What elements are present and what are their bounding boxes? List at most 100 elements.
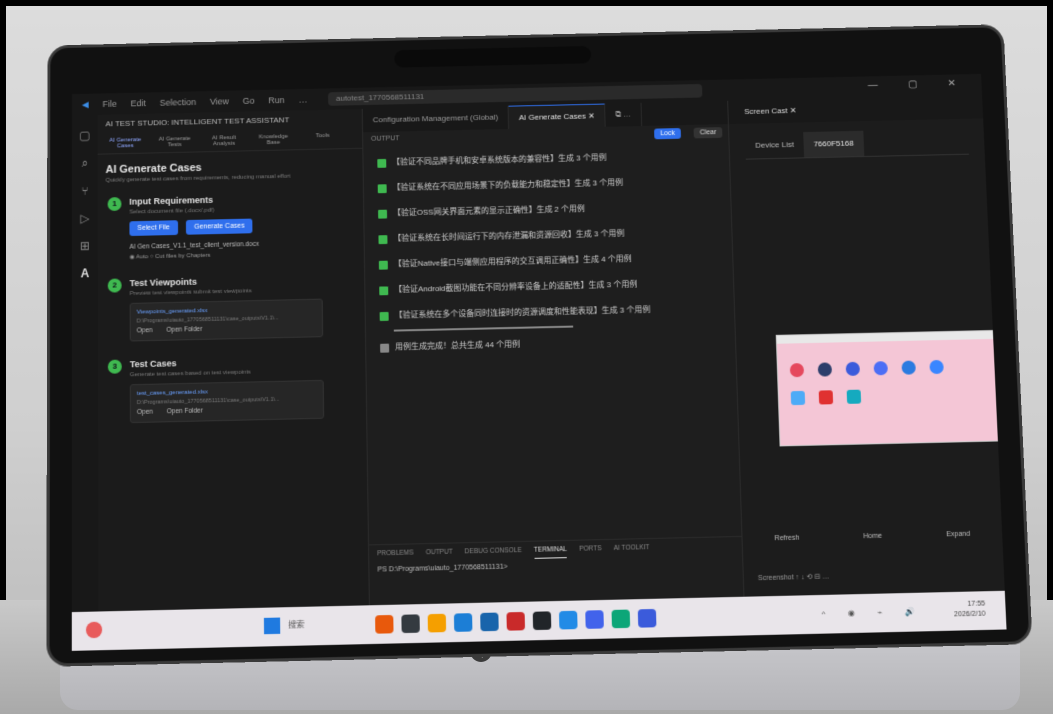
tab-ai-result-analysis[interactable]: AI Result Analysis bbox=[202, 135, 246, 148]
menu-view[interactable]: View bbox=[210, 96, 229, 106]
widgets-icon[interactable] bbox=[85, 621, 103, 639]
start-icon[interactable] bbox=[263, 617, 281, 635]
tab-ai-generate-cases-editor[interactable]: AI Generate Cases ✕ bbox=[508, 103, 606, 129]
generate-cases-button[interactable]: Generate Cases bbox=[186, 218, 253, 235]
tab-terminal[interactable]: TERMINAL bbox=[533, 540, 568, 559]
tab-tools[interactable]: Tools bbox=[301, 133, 345, 146]
app-icon[interactable] bbox=[637, 608, 657, 628]
window-controls[interactable]: — ▢ ✕ bbox=[868, 78, 970, 91]
refresh-button[interactable]: Refresh bbox=[774, 535, 799, 543]
tab-ai-generate-tests[interactable]: AI Generate Tests bbox=[153, 136, 196, 149]
open-button[interactable]: Open bbox=[137, 327, 153, 334]
clock[interactable]: 17:55 2026/2/10 bbox=[954, 599, 986, 620]
app-icon[interactable] bbox=[532, 611, 552, 631]
app-icon[interactable] bbox=[901, 360, 916, 375]
vscode-icon[interactable] bbox=[558, 610, 578, 630]
editor-area: Configuration Management (Global) AI Gen… bbox=[362, 100, 745, 606]
tab-ai-generate-cases[interactable]: AI Generate Cases bbox=[104, 137, 147, 150]
app-icon[interactable] bbox=[506, 611, 526, 631]
system-tray[interactable]: ^ ◉ ⌁ 🔊 bbox=[821, 607, 925, 619]
log-line: 【验证Android截图功能在不同分辨率设备上的适配性】生成 3 个用例 bbox=[379, 277, 719, 296]
explorer-icon[interactable]: ▢ bbox=[72, 128, 98, 143]
clock-date: 2026/2/10 bbox=[954, 610, 986, 619]
app-icon[interactable] bbox=[611, 609, 631, 629]
menu-file[interactable]: File bbox=[102, 99, 116, 109]
app-icon[interactable] bbox=[375, 614, 394, 634]
step-desc: Preview test viewpoints submit test view… bbox=[129, 288, 252, 298]
device-id-tab[interactable]: 7660F5168 bbox=[803, 130, 864, 158]
tab-actions[interactable]: ⧉ … bbox=[605, 102, 643, 127]
terminal-prompt[interactable]: PS D:\Programs\uiauto_1770568511131> bbox=[377, 564, 507, 574]
log-line: 【验证系统在多个设备同时连接时的资源调度和性能表现】生成 3 个用例 bbox=[379, 302, 721, 322]
output-label: OUTPUT bbox=[371, 135, 400, 143]
device-mirror[interactable] bbox=[775, 329, 1002, 447]
tab-ports[interactable]: PORTS bbox=[579, 540, 602, 558]
extensions-icon[interactable]: ⊞ bbox=[72, 239, 98, 253]
file-path: D:\Programs\uiauto_1770568511131\case_ou… bbox=[136, 315, 279, 325]
app-icon[interactable] bbox=[790, 390, 806, 406]
step-number: 2 bbox=[107, 278, 122, 293]
app-icon[interactable] bbox=[818, 390, 834, 405]
file-link[interactable]: test_cases_generated.xlsx bbox=[137, 387, 317, 397]
tab-debug-console[interactable]: DEBUG CONSOLE bbox=[465, 542, 522, 561]
tab-screen-cast[interactable]: Screen Cast ✕ bbox=[728, 95, 984, 125]
log-line: 【验证系统在长时间运行下的内存泄漏和资源回收】生成 3 个用例 bbox=[378, 226, 717, 245]
check-icon bbox=[378, 209, 388, 219]
home-button[interactable]: Home bbox=[863, 533, 882, 541]
menu-selection[interactable]: Selection bbox=[160, 97, 197, 107]
run-debug-icon[interactable]: ▷ bbox=[72, 211, 98, 225]
menu-go[interactable]: Go bbox=[243, 96, 255, 106]
check-icon bbox=[379, 286, 389, 296]
menu-more[interactable]: … bbox=[298, 95, 307, 105]
step-number: 3 bbox=[107, 359, 122, 374]
tab-ai-toolkit[interactable]: AI TOOLKIT bbox=[613, 539, 650, 557]
generation-log: 【验证不同品牌手机和安卓系统版本的兼容性】生成 3 个用例 【验证系统在不同应用… bbox=[363, 143, 736, 373]
app-icon[interactable] bbox=[845, 361, 861, 377]
file-link[interactable]: Viewpoints_generated.xlsx bbox=[137, 306, 316, 316]
pinned-apps bbox=[375, 608, 657, 634]
step-desc: Generate test cases based on test viewpo… bbox=[129, 369, 251, 379]
webcam-notch bbox=[394, 45, 592, 68]
select-file-button[interactable]: Select File bbox=[129, 220, 178, 237]
app-icon[interactable] bbox=[789, 363, 805, 378]
app-icon[interactable] bbox=[427, 613, 447, 633]
taskbar-search[interactable]: 搜索 bbox=[288, 619, 304, 631]
app-icon[interactable] bbox=[401, 614, 420, 634]
screen: ◀ File Edit Selection View Go Run … auto… bbox=[71, 73, 1007, 651]
source-control-icon[interactable]: ⑂ bbox=[72, 184, 98, 198]
step-test-cases: 3 Test Cases Generate test cases based o… bbox=[107, 354, 358, 424]
app-icon[interactable] bbox=[585, 610, 604, 629]
screenshot-toolbar[interactable]: Screenshot ↑ ↓ ⟲ ⊟ … bbox=[758, 572, 830, 582]
device-controls: Refresh Home Expand bbox=[742, 530, 1002, 543]
open-folder-button[interactable]: Open Folder bbox=[166, 326, 202, 334]
expand-button[interactable]: Expand bbox=[946, 531, 970, 539]
app-icon[interactable] bbox=[873, 361, 889, 376]
app-icon[interactable] bbox=[846, 389, 862, 404]
tab-knowledge-base[interactable]: Knowledge Base bbox=[252, 134, 296, 147]
split-mode-radio[interactable]: ◉ Auto ○ Cut files by Chapters bbox=[130, 249, 356, 261]
check-icon bbox=[377, 184, 387, 194]
clear-button[interactable]: Clear bbox=[693, 127, 723, 139]
app-icon[interactable] bbox=[929, 359, 944, 375]
tab-configuration-management[interactable]: Configuration Management (Global) bbox=[362, 105, 510, 133]
app-icon[interactable] bbox=[480, 612, 499, 632]
menu-edit[interactable]: Edit bbox=[131, 98, 146, 108]
lock-button[interactable]: Lock bbox=[654, 128, 682, 140]
vscode-logo-icon: ◀ bbox=[81, 99, 89, 109]
clock-time: 17:55 bbox=[967, 600, 986, 608]
log-line: 【验证系统在不同应用场景下的负载能力和稳定性】生成 3 个用例 bbox=[377, 175, 716, 194]
step-input-requirements: 1 Input Requirements Select document fil… bbox=[107, 192, 356, 261]
tab-problems[interactable]: PROBLEMS bbox=[377, 544, 414, 562]
screen-cast-panel: Screen Cast ✕ Device List 7660F5168 Refr… bbox=[728, 95, 1005, 597]
summary-icon bbox=[380, 343, 390, 353]
app-icon[interactable] bbox=[817, 362, 833, 377]
ai-studio-icon[interactable]: A bbox=[72, 266, 98, 280]
check-icon bbox=[379, 311, 389, 322]
menu-run[interactable]: Run bbox=[268, 95, 284, 105]
tab-output[interactable]: OUTPUT bbox=[426, 544, 453, 562]
search-icon[interactable]: ⌕ bbox=[72, 156, 98, 171]
laptop-screen-bezel: ◀ File Edit Selection View Go Run … auto… bbox=[49, 27, 1030, 664]
open-button[interactable]: Open bbox=[137, 409, 153, 416]
app-icon[interactable] bbox=[453, 613, 473, 632]
open-folder-button[interactable]: Open Folder bbox=[167, 408, 203, 416]
